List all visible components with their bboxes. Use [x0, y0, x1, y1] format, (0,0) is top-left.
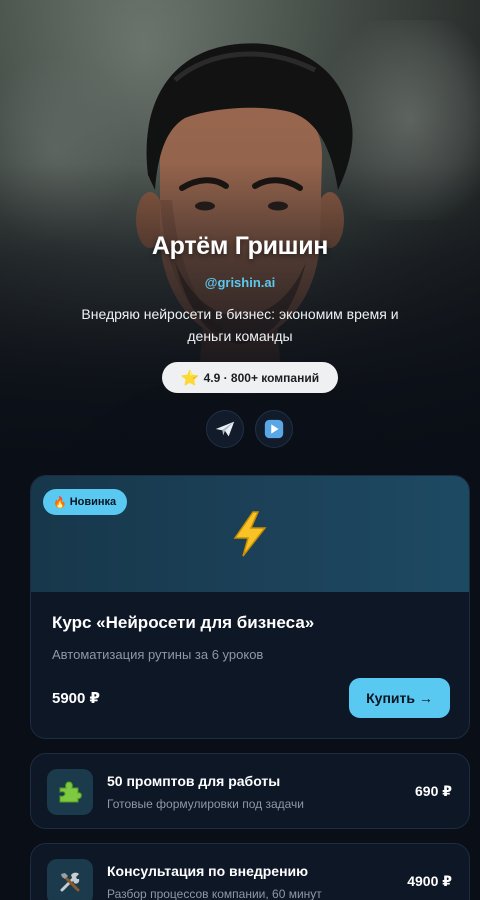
rating-badge: ⭐ 4.9 · 800+ компаний	[162, 362, 338, 393]
play-button-icon	[264, 419, 284, 439]
buy-button[interactable]: Купить →	[349, 678, 450, 718]
telegram-plane-icon	[215, 421, 235, 437]
product-icon-tile	[47, 769, 93, 815]
video-link-button[interactable]	[255, 410, 293, 448]
new-badge: 🔥 Новинка	[43, 489, 128, 515]
product-cover: 🔥 Новинка	[31, 476, 469, 592]
product-price: 4900 ₽	[407, 873, 452, 889]
star-icon: ⭐	[180, 369, 200, 387]
badge-label: Новинка	[69, 496, 117, 508]
tools-icon	[60, 872, 80, 892]
puzzle-piece-icon	[59, 781, 82, 803]
product-row[interactable]: 50 промптов для работы Готовые формулиро…	[30, 753, 470, 829]
product-icon-tile	[47, 859, 93, 900]
lightning-bolt-icon	[233, 511, 267, 557]
product-row[interactable]: Консультация по внедрению Разбор процесс…	[30, 843, 470, 900]
product-title: Консультация по внедрению	[107, 863, 309, 879]
product-subtitle: Готовые формулировки под задачи	[107, 797, 304, 811]
product-title: Курс «Нейросети для бизнеса»	[52, 613, 315, 632]
product-title: 50 промптов для работы	[107, 773, 281, 789]
rating-text: 4.9 · 800+ компаний	[203, 370, 320, 385]
product-subtitle: Автоматизация рутины за 6 уроков	[52, 647, 264, 662]
product-subtitle: Разбор процессов компании, 60 минут	[107, 887, 322, 900]
product-price: 5900 ₽	[52, 690, 100, 707]
social-links	[206, 410, 293, 448]
featured-product-card[interactable]: 🔥 Новинка Курс «Нейросети для бизнеса» А…	[30, 475, 470, 739]
profile-handle[interactable]: @grishin.ai	[0, 275, 480, 290]
profile-name: Артём Гришин	[151, 232, 329, 260]
fire-icon: 🔥	[53, 496, 67, 509]
telegram-link-button[interactable]	[206, 410, 244, 448]
profile-bio: Внедряю нейросети в бизнес: экономим вре…	[81, 306, 399, 344]
product-price: 690 ₽	[415, 783, 452, 799]
